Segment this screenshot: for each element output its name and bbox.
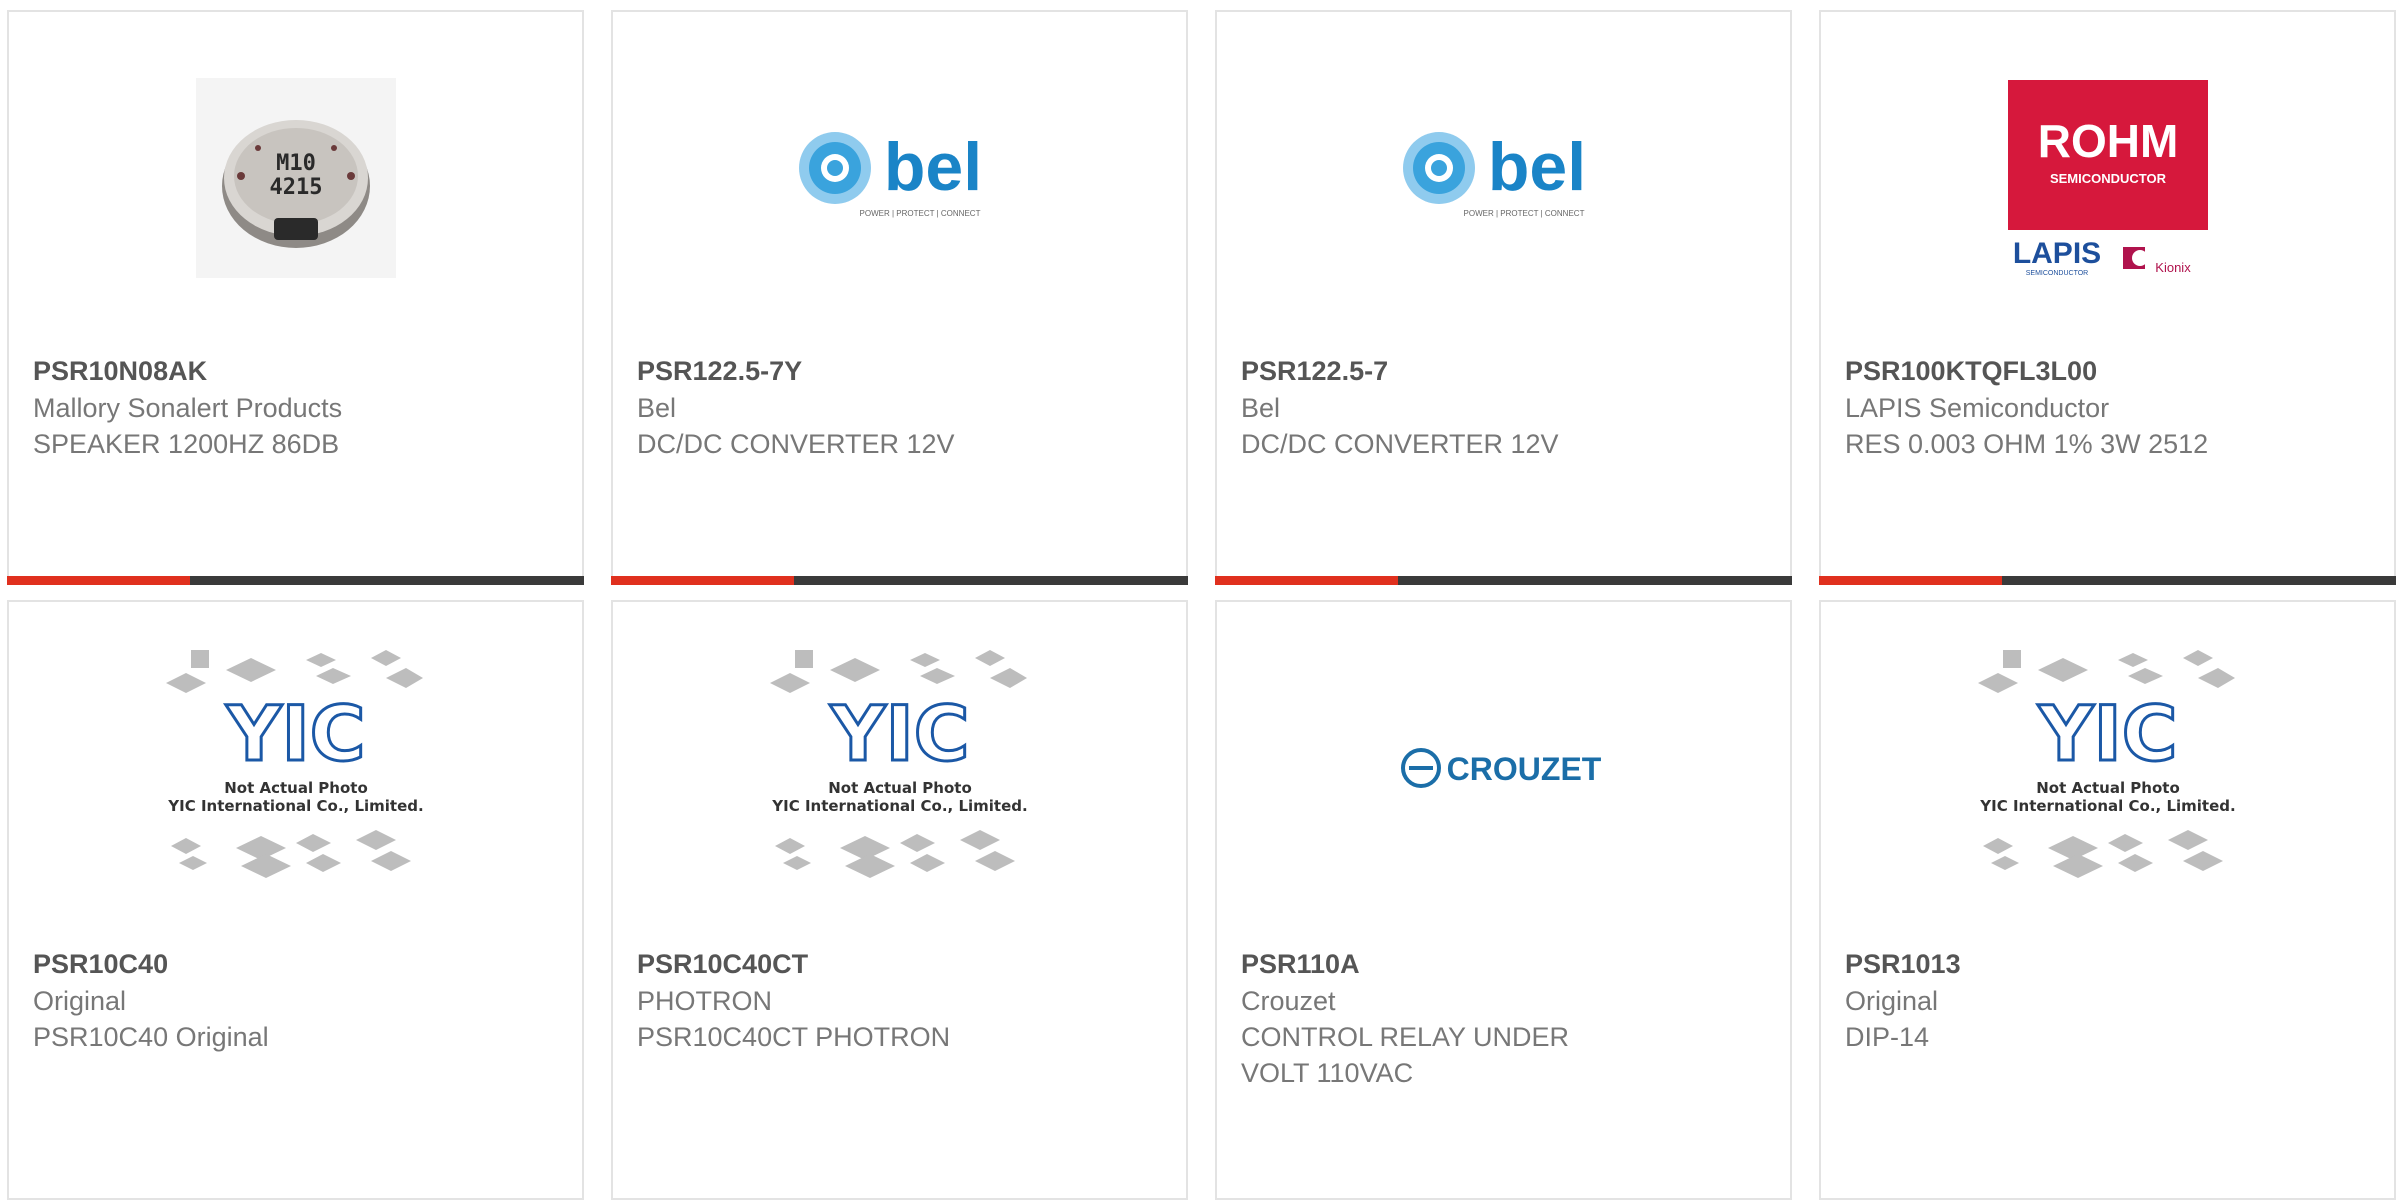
card-bottom-bar xyxy=(611,576,1188,585)
product-card[interactable]: CROUZET PSR110A Crouzet CONTROL RELAY UN… xyxy=(1215,600,1792,1200)
description: RES 0.003 OHM 1% 3W 2512 xyxy=(1845,429,2209,459)
part-number[interactable]: PSR10C40CT xyxy=(637,945,1162,983)
brand-name: Mallory Sonalert Products xyxy=(33,393,343,423)
svg-text:YIC International Co., Limited: YIC International Co., Limited. xyxy=(1979,797,2235,815)
description: DIP-14 xyxy=(1845,1022,1930,1052)
brand-name: LAPIS Semiconductor xyxy=(1845,393,2110,423)
yic-placeholder-icon: YIC Not Actual Photo YIC International C… xyxy=(1977,650,2235,878)
svg-text:SEMICONDUCTOR: SEMICONDUCTOR xyxy=(2025,270,2087,277)
brand-name: Original xyxy=(33,986,127,1016)
svg-text:YIC International Co., Limited: YIC International Co., Limited. xyxy=(771,797,1027,815)
description: VOLT 110VAC xyxy=(1241,1058,1414,1088)
description: PSR10C40 Original xyxy=(33,1022,269,1052)
product-image[interactable]: YIC Not Actual Photo YIC International C… xyxy=(1821,650,2394,878)
svg-text:Not Actual Photo: Not Actual Photo xyxy=(224,779,368,797)
part-number[interactable]: PSR122.5-7 xyxy=(1241,352,1766,390)
svg-text:POWER | PROTECT | CONNECT: POWER | PROTECT | CONNECT xyxy=(859,209,980,218)
bel-logo-icon: bel POWER | PROTECT | CONNECT xyxy=(1402,129,1586,218)
product-image[interactable]: bel POWER | PROTECT | CONNECT xyxy=(1217,72,1790,284)
svg-text:4215: 4215 xyxy=(269,175,322,200)
product-grid: M10 4215 PSR10N08AK Mallory Sonalert Pro… xyxy=(0,0,2400,1200)
brand-name: Original xyxy=(1845,986,1939,1016)
svg-text:M10: M10 xyxy=(276,151,316,176)
bel-logo-icon: bel POWER | PROTECT | CONNECT xyxy=(798,129,982,218)
product-card[interactable]: M10 4215 PSR10N08AK Mallory Sonalert Pro… xyxy=(7,10,584,585)
speaker-photo-icon: M10 4215 xyxy=(195,78,396,278)
brand-name: Bel xyxy=(637,393,677,423)
svg-text:POWER | PROTECT | CONNECT: POWER | PROTECT | CONNECT xyxy=(1463,209,1584,218)
product-card[interactable]: YIC Not Actual Photo YIC International C… xyxy=(611,600,1188,1200)
part-number[interactable]: PSR110A xyxy=(1241,945,1766,983)
card-accent-bar xyxy=(1819,576,2002,585)
product-image[interactable]: bel POWER | PROTECT | CONNECT xyxy=(613,72,1186,284)
svg-text:bel: bel xyxy=(1487,129,1585,205)
product-image[interactable]: YIC Not Actual Photo YIC International C… xyxy=(9,650,582,878)
description: DC/DC CONVERTER 12V xyxy=(637,429,955,459)
description: SPEAKER 1200HZ 86DB xyxy=(33,429,340,459)
brand-name: Bel xyxy=(1241,393,1281,423)
svg-text:Not Actual Photo: Not Actual Photo xyxy=(828,779,972,797)
description: CONTROL RELAY UNDER xyxy=(1241,1022,1570,1052)
svg-text:YIC International Co., Limited: YIC International Co., Limited. xyxy=(167,797,423,815)
rohm-logo-icon: ROHM SEMICONDUCTOR LAPIS SEMICONDUCTOR K… xyxy=(2007,80,2208,277)
product-image[interactable]: M10 4215 xyxy=(9,72,582,284)
svg-text:bel: bel xyxy=(883,129,981,205)
part-number[interactable]: PSR10N08AK xyxy=(33,352,558,390)
product-image[interactable]: YIC Not Actual Photo YIC International C… xyxy=(613,650,1186,878)
brand-name: PHOTRON xyxy=(637,986,772,1016)
svg-text:ROHM: ROHM xyxy=(2037,115,2178,167)
part-number[interactable]: PSR10C40 xyxy=(33,945,558,983)
card-accent-bar xyxy=(1215,576,1398,585)
svg-text:LAPIS: LAPIS xyxy=(2012,237,2100,270)
svg-text:SEMICONDUCTOR: SEMICONDUCTOR xyxy=(2049,171,2166,186)
svg-text:Kionix: Kionix xyxy=(2155,260,2191,275)
product-image[interactable]: CROUZET xyxy=(1217,662,1790,874)
product-card[interactable]: bel POWER | PROTECT | CONNECT PSR122.5-7… xyxy=(611,10,1188,585)
card-bottom-bar xyxy=(1819,576,2396,585)
brand-name: Crouzet xyxy=(1241,986,1336,1016)
card-accent-bar xyxy=(7,576,190,585)
svg-text:CROUZET: CROUZET xyxy=(1446,751,1601,787)
part-number[interactable]: PSR122.5-7Y xyxy=(637,352,1162,390)
crouzet-logo-icon: CROUZET xyxy=(1400,748,1601,788)
part-number[interactable]: PSR100KTQFL3L00 xyxy=(1845,352,2370,390)
card-accent-bar xyxy=(611,576,794,585)
card-bottom-bar xyxy=(1215,576,1792,585)
product-card[interactable]: ROHM SEMICONDUCTOR LAPIS SEMICONDUCTOR K… xyxy=(1819,10,2396,585)
svg-text:Not Actual Photo: Not Actual Photo xyxy=(2036,779,2180,797)
part-number[interactable]: PSR1013 xyxy=(1845,945,2370,983)
product-card[interactable]: bel POWER | PROTECT | CONNECT PSR122.5-7… xyxy=(1215,10,1792,585)
product-card[interactable]: YIC Not Actual Photo YIC International C… xyxy=(7,600,584,1200)
yic-placeholder-icon: YIC Not Actual Photo YIC International C… xyxy=(165,650,423,878)
svg-text:YIC: YIC xyxy=(225,689,365,778)
svg-text:YIC: YIC xyxy=(2037,689,2177,778)
description: PSR10C40CT PHOTRON xyxy=(637,1022,951,1052)
product-image[interactable]: ROHM SEMICONDUCTOR LAPIS SEMICONDUCTOR K… xyxy=(1821,72,2394,284)
yic-placeholder-icon: YIC Not Actual Photo YIC International C… xyxy=(769,650,1027,878)
card-bottom-bar xyxy=(7,576,584,585)
product-card[interactable]: YIC Not Actual Photo YIC International C… xyxy=(1819,600,2396,1200)
description: DC/DC CONVERTER 12V xyxy=(1241,429,1559,459)
svg-text:YIC: YIC xyxy=(829,689,969,778)
